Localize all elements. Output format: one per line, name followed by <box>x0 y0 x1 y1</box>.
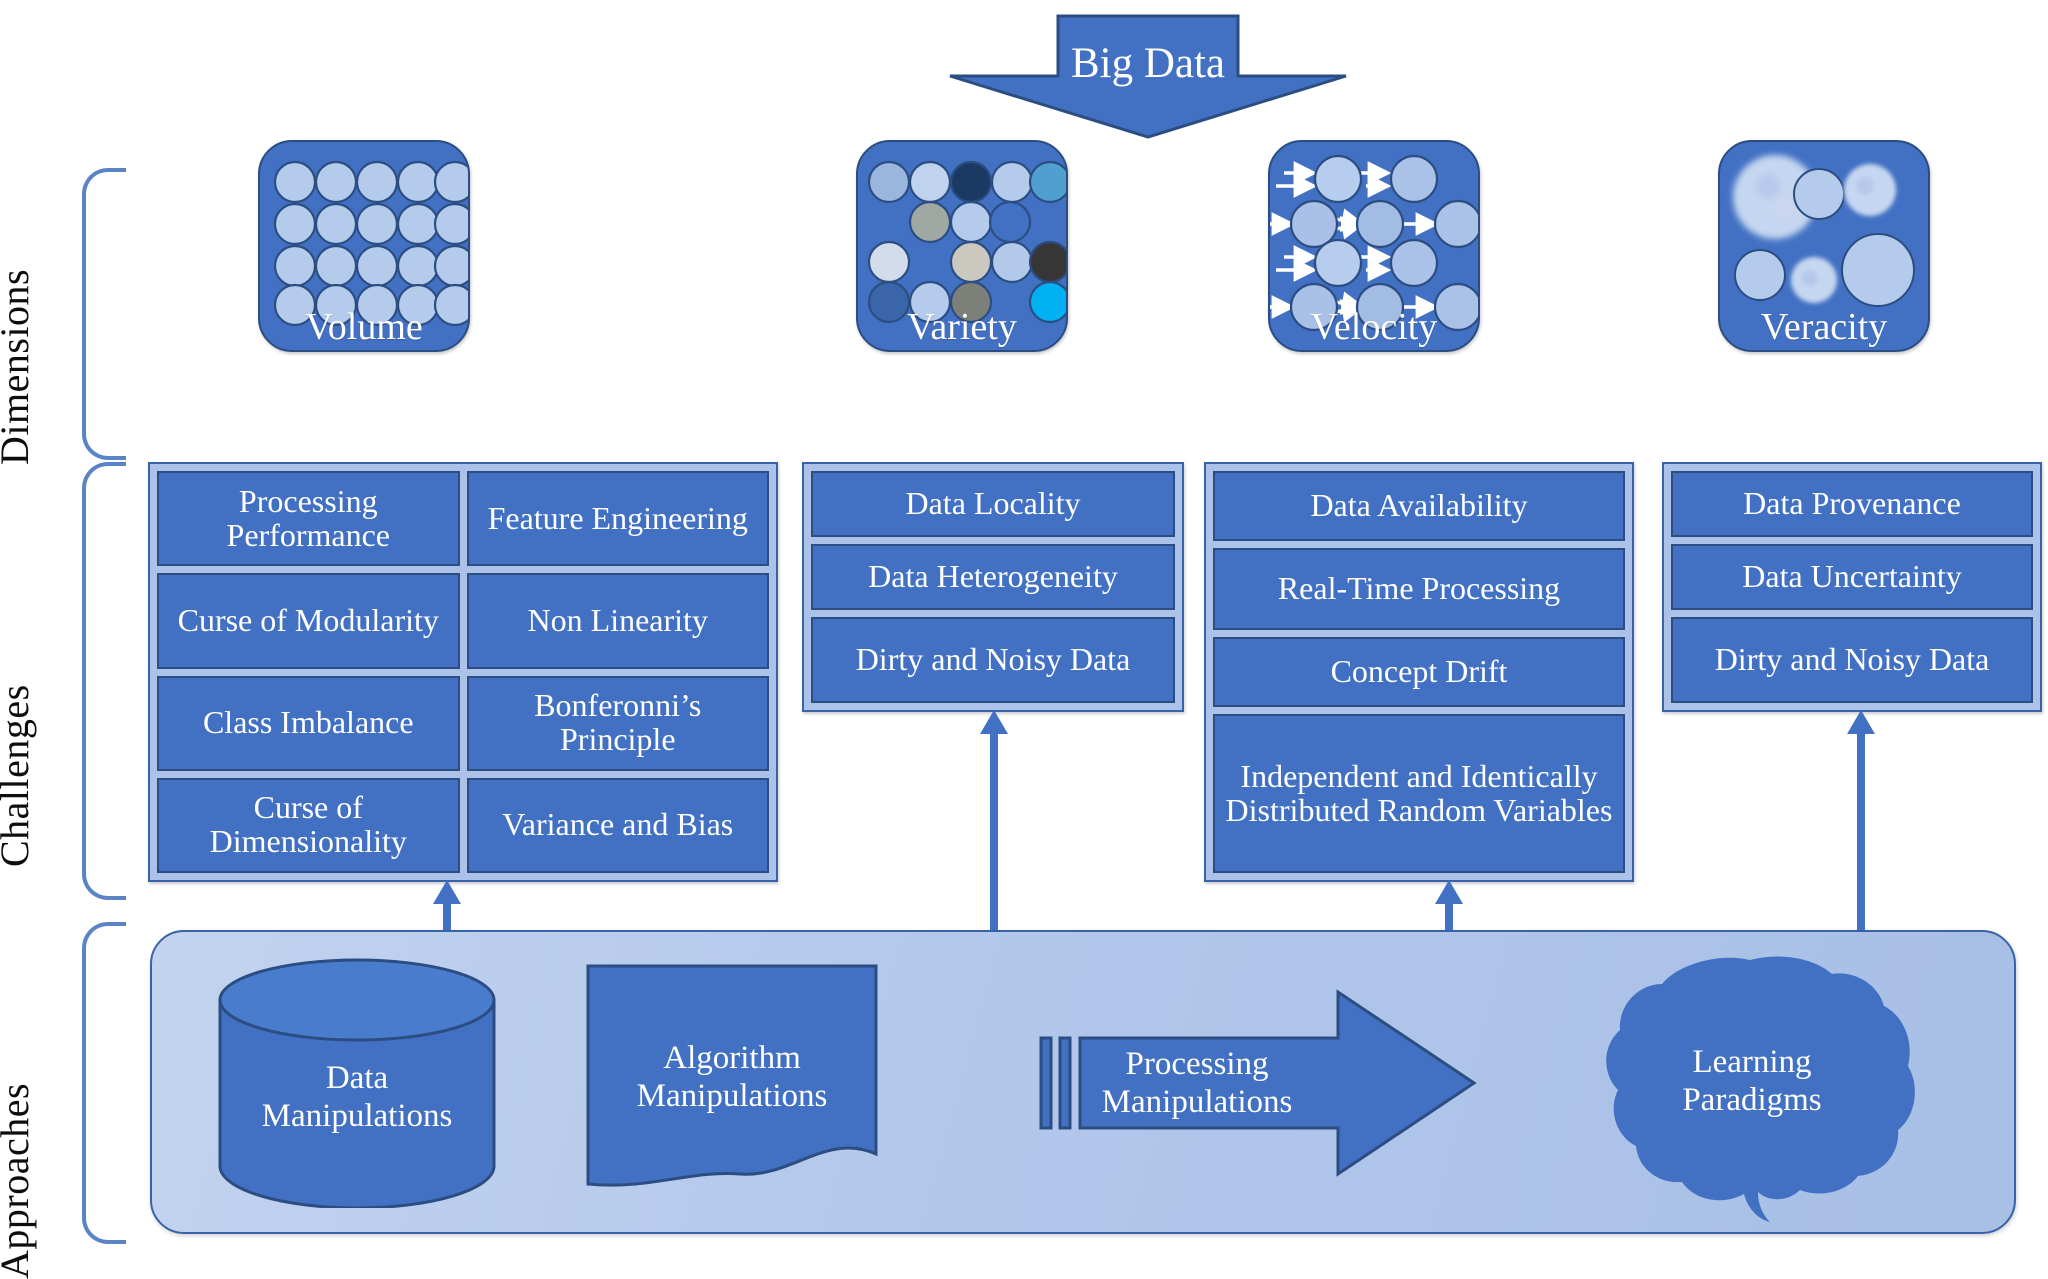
dimension-title-veracity: Veracity <box>1760 306 1888 349</box>
connector-arrow-veracity <box>1847 710 1875 934</box>
learning-paradigms-brain-icon[interactable] <box>1582 954 1922 1224</box>
challenge-cell[interactable]: Data Availability <box>1213 471 1625 541</box>
challenge-cell[interactable]: Independent and Identically Distributed … <box>1213 714 1625 873</box>
challenge-cell[interactable]: Variance and Bias <box>466 777 769 873</box>
challenge-cell[interactable]: Processing Performance <box>157 471 460 567</box>
connector-arrow-volume <box>433 880 461 934</box>
connector-arrow-variety <box>980 710 1008 934</box>
challenge-cell[interactable]: Real-Time Processing <box>1213 548 1625 630</box>
challenge-column: Feature Engineering Non Linearity Bonfer… <box>466 471 769 873</box>
diagram-canvas: Dimensions Challenges Approaches Big Dat… <box>0 0 2048 1279</box>
challenge-panel-velocity: Data Availability Real-Time Processing C… <box>1204 462 1634 882</box>
challenge-cell[interactable]: Curse of Dimensionality <box>157 777 460 873</box>
challenge-cell[interactable]: Non Linearity <box>466 573 769 669</box>
challenge-cell[interactable]: Dirty and Noisy Data <box>811 617 1175 703</box>
dimension-tile-variety[interactable]: Variety <box>856 140 1068 352</box>
row-label-challenges: Challenges <box>0 684 37 867</box>
challenge-cell[interactable]: Data Heterogeneity <box>811 544 1175 610</box>
algorithm-manipulations-document-icon[interactable] <box>582 962 882 1202</box>
challenge-cell[interactable]: Data Provenance <box>1671 471 2033 537</box>
challenge-column: Data Availability Real-Time Processing C… <box>1213 471 1625 873</box>
dimension-title-volume: Volume <box>305 306 423 349</box>
bracket-challenges <box>82 462 126 900</box>
challenge-cell[interactable]: Feature Engineering <box>466 471 769 567</box>
challenge-cell[interactable]: Data Locality <box>811 471 1175 537</box>
challenge-column: Processing Performance Curse of Modulari… <box>157 471 460 873</box>
dimension-title-variety: Variety <box>907 306 1017 349</box>
approaches-container: Data Manipulations Algorithm Manipulatio… <box>150 930 2016 1234</box>
challenge-cell[interactable]: Concept Drift <box>1213 637 1625 707</box>
bracket-dimensions <box>82 168 126 460</box>
challenge-panel-variety: Data Locality Data Heterogeneity Dirty a… <box>802 462 1184 712</box>
challenge-panel-volume: Processing Performance Curse of Modulari… <box>148 462 778 882</box>
challenge-cell[interactable]: Class Imbalance <box>157 675 460 771</box>
challenge-cell[interactable]: Curse of Modularity <box>157 573 460 669</box>
row-label-dimensions: Dimensions <box>0 268 37 465</box>
dimension-title-velocity: Velocity <box>1310 306 1438 349</box>
challenge-panel-veracity: Data Provenance Data Uncertainty Dirty a… <box>1662 462 2042 712</box>
challenge-column: Data Locality Data Heterogeneity Dirty a… <box>811 471 1175 703</box>
data-manipulations-cylinder-icon[interactable] <box>212 958 502 1208</box>
dimension-tile-velocity[interactable]: Velocity <box>1268 140 1480 352</box>
dimension-tile-veracity[interactable]: Veracity <box>1718 140 1930 352</box>
challenge-cell[interactable]: Data Uncertainty <box>1671 544 2033 610</box>
challenge-cell[interactable]: Bonferonni’s Principle <box>466 675 769 771</box>
challenge-column: Data Provenance Data Uncertainty Dirty a… <box>1671 471 2033 703</box>
processing-manipulations-arrow-icon[interactable] <box>1038 988 1478 1178</box>
bracket-approaches <box>82 922 126 1244</box>
connector-arrow-velocity <box>1435 880 1463 934</box>
big-data-source-arrow: Big Data <box>948 14 1348 139</box>
dimension-tile-volume[interactable]: Volume <box>258 140 470 352</box>
challenge-cell[interactable]: Dirty and Noisy Data <box>1671 617 2033 703</box>
